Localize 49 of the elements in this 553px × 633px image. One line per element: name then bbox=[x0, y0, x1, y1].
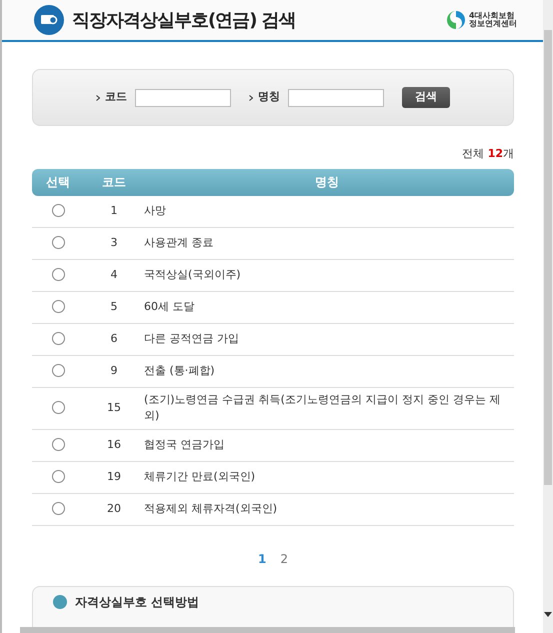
table-cell-text: 사망 bbox=[144, 202, 167, 219]
logo-text: 4대사회보험 정보연계센터 bbox=[469, 12, 517, 28]
table-cell-text: 6 bbox=[110, 330, 118, 347]
page-link[interactable]: 1 bbox=[258, 550, 266, 568]
radio-button[interactable] bbox=[52, 470, 64, 484]
table-cell-text: 다른 공적연금 가입 bbox=[144, 330, 240, 347]
vertical-scrollbar[interactable] bbox=[543, 0, 553, 633]
page-title: 직장자격상실부호(연금) 검색 bbox=[72, 8, 296, 32]
table-cell-text: 1 bbox=[110, 202, 118, 219]
radio-button[interactable] bbox=[52, 236, 64, 250]
search-field[interactable] bbox=[288, 88, 384, 106]
table-header: 선택 코드 명칭 bbox=[32, 168, 514, 196]
table-cell-text: 체류기간 만료(외국인) bbox=[144, 468, 256, 485]
total-count: 전체 12개 bbox=[461, 146, 514, 162]
page-link[interactable]: 2 bbox=[280, 550, 288, 568]
table-cell-text: 15 bbox=[106, 400, 122, 416]
chevron-icon bbox=[249, 94, 253, 100]
table-cell-text: 20 bbox=[106, 500, 122, 517]
table-cell-text: 16 bbox=[106, 436, 122, 453]
table-cell-text: 3 bbox=[110, 234, 118, 251]
table-cell-text: 사용관계 종료 bbox=[144, 234, 214, 251]
radio-button[interactable] bbox=[52, 332, 64, 346]
table-cell-text: 19 bbox=[106, 468, 122, 485]
search-button[interactable]: 검색 bbox=[402, 87, 450, 108]
field-label: 코드 bbox=[105, 89, 127, 106]
field-label: 명칭 bbox=[258, 89, 280, 106]
table-cell-text: 9 bbox=[110, 362, 118, 379]
table-cell-text: 60세 도달 bbox=[144, 298, 196, 315]
table-cell-text: 전출 (통·폐합) bbox=[144, 362, 216, 379]
radio-button[interactable] bbox=[52, 438, 64, 452]
radio-button[interactable] bbox=[52, 364, 64, 378]
help-title: 자격상실부호 선택방법 bbox=[75, 594, 200, 610]
table-cell-text: 4 bbox=[110, 266, 118, 283]
horizontal-scrollbar[interactable] bbox=[20, 627, 515, 633]
table-cell-text: 5 bbox=[110, 298, 118, 315]
logo-icon bbox=[446, 10, 466, 30]
table-cell-text: 국적상실(국외이주) bbox=[144, 266, 242, 283]
table-cell-text: 적용제외 체류자격(외국인) bbox=[144, 500, 278, 517]
search-card-icon bbox=[34, 5, 64, 35]
chevron-icon bbox=[96, 94, 100, 100]
table-cell-text: (조기)노령연금 수급권 취득(조기노령연금의 지급이 정지 중인 경우는 제외) bbox=[144, 392, 502, 424]
table-cell-text: 협정국 연금가입 bbox=[144, 436, 226, 453]
radio-button[interactable] bbox=[52, 204, 64, 218]
radio-button[interactable] bbox=[52, 401, 64, 414]
search-field[interactable] bbox=[135, 88, 231, 106]
radio-button[interactable] bbox=[52, 268, 64, 282]
radio-button[interactable] bbox=[52, 502, 64, 516]
info-icon bbox=[53, 594, 67, 608]
radio-button[interactable] bbox=[52, 300, 64, 314]
